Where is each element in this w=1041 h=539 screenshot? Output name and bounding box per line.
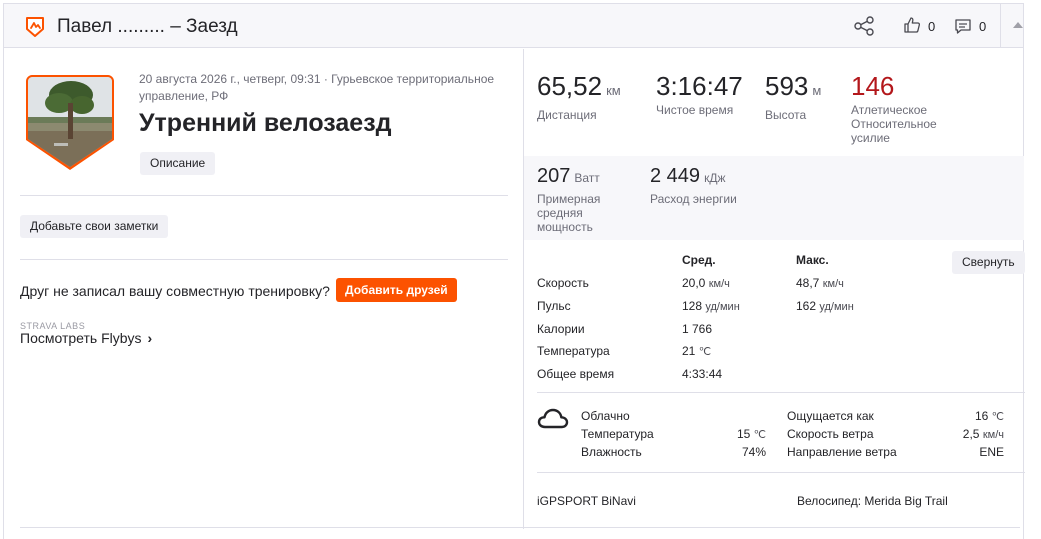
row-calories-label: Калории	[537, 322, 585, 336]
row-elapsed-label: Общее время	[537, 367, 615, 381]
stat-moving-time: 3:16:47 Чистое время	[656, 71, 743, 117]
divider	[537, 392, 1025, 393]
weather-wind-dir-label: Направление ветра	[787, 445, 897, 459]
column-divider	[523, 49, 524, 529]
chevron-right-icon: ›	[147, 330, 153, 346]
row-speed-avg: 20,0 км/ч	[682, 276, 730, 290]
kudos-count: 0	[928, 19, 936, 34]
stat-power: 207 Ватт Примерная средняя мощность	[537, 164, 637, 234]
share-icon[interactable]	[853, 15, 875, 37]
stat-distance: 65,52 км Дистанция	[537, 71, 621, 122]
device-name: iGPSPORT BiNavi	[537, 494, 636, 508]
elevation-value: 593	[765, 71, 809, 101]
weather-wind-speed-value: 2,5 км/ч	[962, 427, 1004, 441]
weather-humidity-label: Влажность	[581, 445, 642, 459]
comment-icon[interactable]	[954, 17, 972, 35]
divider	[20, 259, 508, 260]
row-temp-label: Температура	[537, 344, 610, 358]
bike-name-link[interactable]: Merida Big Trail	[864, 494, 947, 508]
weather-humidity-value: 74%	[741, 445, 766, 459]
distance-unit: км	[606, 83, 621, 98]
activity-owner-title: Павел ......... – Заезд	[57, 16, 238, 37]
col-avg-header: Сред.	[682, 253, 716, 267]
col-max-header: Макс.	[796, 253, 829, 267]
add-friends-button[interactable]: Добавить друзей	[336, 278, 457, 302]
row-speed-label: Скорость	[537, 276, 589, 290]
caret-up-icon[interactable]	[1013, 22, 1023, 28]
row-hr-max: 162 уд/мин	[796, 299, 854, 313]
cloud-icon	[537, 408, 569, 429]
power-energy-block: 207 Ватт Примерная средняя мощность 2 449…	[524, 156, 1024, 240]
stat-relative-effort[interactable]: 146 Атлетическое Относительное усилие	[851, 71, 961, 145]
activity-date-location: 20 августа 2026 г., четверг, 09:31 · Гур…	[139, 72, 495, 103]
thumbs-up-icon[interactable]	[903, 16, 921, 34]
elevation-unit: м	[812, 83, 822, 98]
moving-time-value: 3:16:47	[656, 71, 743, 101]
comments-count: 0	[979, 19, 987, 34]
moving-time-label: Чистое время	[656, 103, 734, 117]
energy-label: Расход энергии	[650, 192, 737, 206]
relative-effort-label: Атлетическое Относительное усилие	[851, 103, 937, 145]
weather-temp-value: 15 ℃	[736, 427, 766, 441]
distance-label: Дистанция	[537, 108, 597, 122]
row-hr-label: Пульс	[537, 299, 571, 313]
description-button[interactable]: Описание	[140, 152, 216, 175]
weather-wind-speed-label: Скорость ветра	[787, 427, 874, 441]
weather-feels-label: Ощущается как	[787, 409, 874, 423]
collapse-button[interactable]: Свернуть	[952, 251, 1025, 274]
row-hr-avg: 128 уд/мин	[682, 299, 740, 313]
weather-feels-value: 16 ℃	[974, 409, 1004, 423]
row-calories-avg: 1 766	[682, 322, 713, 336]
energy-unit: кДж	[704, 171, 726, 185]
bike-info: Велосипед: Merida Big Trail	[797, 494, 948, 508]
power-label: Примерная средняя мощность	[537, 192, 601, 234]
weather-condition: Облачно	[581, 409, 630, 423]
stat-elevation: 593 м Высота	[765, 71, 821, 122]
view-flybys-link[interactable]: Посмотреть Flybys ›	[20, 330, 152, 346]
bike-label: Велосипед:	[797, 494, 862, 508]
activity-card: Павел ......... – Заезд 0 0 20 августа 2…	[3, 3, 1025, 539]
divider	[537, 472, 1025, 473]
strava-run-shield-icon	[26, 17, 44, 37]
flybys-link-label: Посмотреть Flybys	[20, 330, 142, 346]
divider	[20, 195, 508, 196]
activity-photo-shield[interactable]	[24, 73, 116, 171]
distance-value: 65,52	[537, 71, 603, 101]
stat-energy: 2 449 кДж Расход энергии	[650, 164, 737, 206]
card-bottom-divider	[20, 527, 1020, 528]
row-speed-max: 48,7 км/ч	[796, 276, 844, 290]
row-elapsed-avg: 4:33:44	[682, 367, 723, 381]
weather-temp-label: Температура	[581, 427, 654, 441]
weather-wind-dir-value: ENE	[979, 445, 1004, 459]
activity-title[interactable]: Утренний велозаезд	[139, 109, 392, 138]
activity-header: Павел ......... – Заезд 0 0	[4, 4, 1023, 48]
add-notes-button[interactable]: Добавьте свои заметки	[20, 215, 169, 238]
relative-effort-value: 146	[851, 71, 895, 101]
power-value: 207	[537, 165, 571, 187]
elevation-label: Высота	[765, 108, 807, 122]
row-temp-avg: 21 ℃	[682, 344, 712, 358]
energy-value: 2 449	[650, 165, 701, 187]
header-divider	[1000, 4, 1001, 48]
power-unit: Ватт	[574, 171, 600, 185]
friend-prompt: Друг не записал вашу совместную трениров…	[20, 283, 330, 299]
